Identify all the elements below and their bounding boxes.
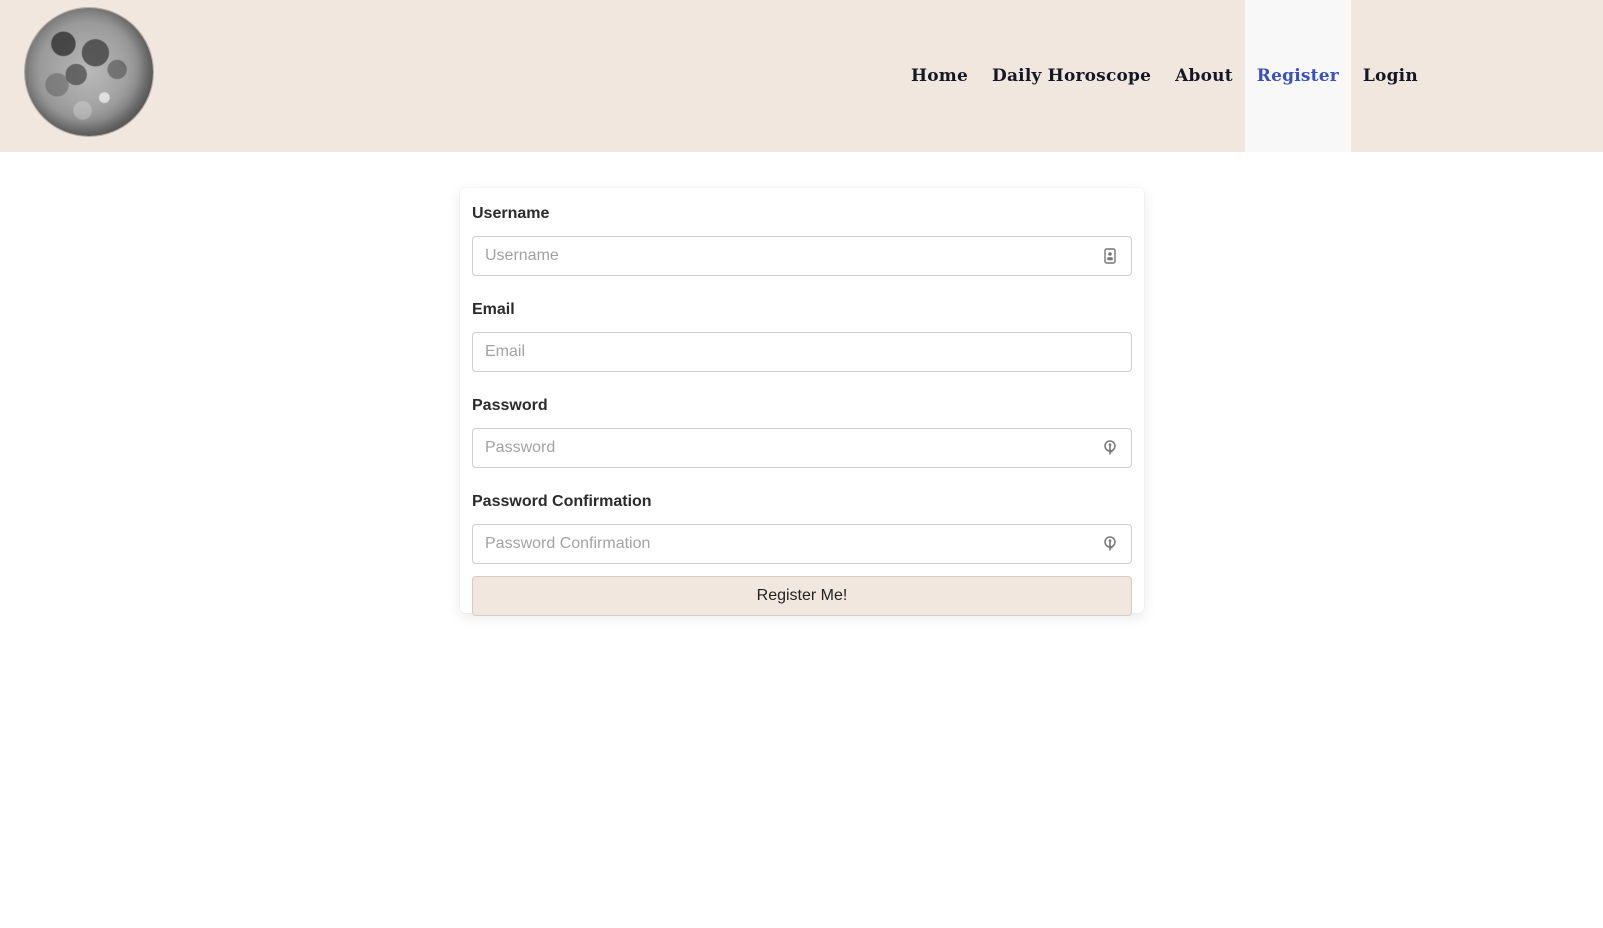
password-input[interactable]: [472, 428, 1132, 468]
register-form: Username Email Password: [472, 204, 1132, 616]
username-field-group: Username: [472, 204, 1132, 276]
email-input-wrapper: [472, 332, 1132, 372]
moon-logo[interactable]: [25, 8, 153, 136]
register-submit-button[interactable]: Register Me!: [472, 576, 1132, 616]
email-label: Email: [472, 301, 515, 318]
password-confirmation-field-group: Password Confirmation: [472, 492, 1132, 564]
nav-links: Home Daily Horoscope About Register Logi…: [899, 0, 1430, 152]
password-input-wrapper: [472, 428, 1132, 468]
email-input[interactable]: [472, 332, 1132, 372]
key-icon: [1102, 536, 1118, 552]
username-input-wrapper: [472, 236, 1132, 276]
password-confirmation-input-wrapper: [472, 524, 1132, 564]
username-input[interactable]: [472, 236, 1132, 276]
password-confirmation-input[interactable]: [472, 524, 1132, 564]
nav-link-home[interactable]: Home: [899, 0, 980, 152]
nav-link-login[interactable]: Login: [1351, 0, 1430, 152]
contact-card-icon: [1102, 248, 1118, 264]
register-form-card: Username Email Password: [460, 188, 1144, 616]
username-label: Username: [472, 205, 550, 222]
password-field-group: Password: [472, 396, 1132, 468]
nav-link-about[interactable]: About: [1163, 0, 1245, 152]
password-label: Password: [472, 397, 548, 414]
email-field-group: Email: [472, 300, 1132, 372]
navbar: Home Daily Horoscope About Register Logi…: [0, 0, 1603, 152]
nav-link-daily-horoscope[interactable]: Daily Horoscope: [980, 0, 1163, 152]
key-icon: [1102, 440, 1118, 456]
nav-link-register[interactable]: Register: [1244, 0, 1351, 152]
password-confirmation-label: Password Confirmation: [472, 493, 652, 510]
